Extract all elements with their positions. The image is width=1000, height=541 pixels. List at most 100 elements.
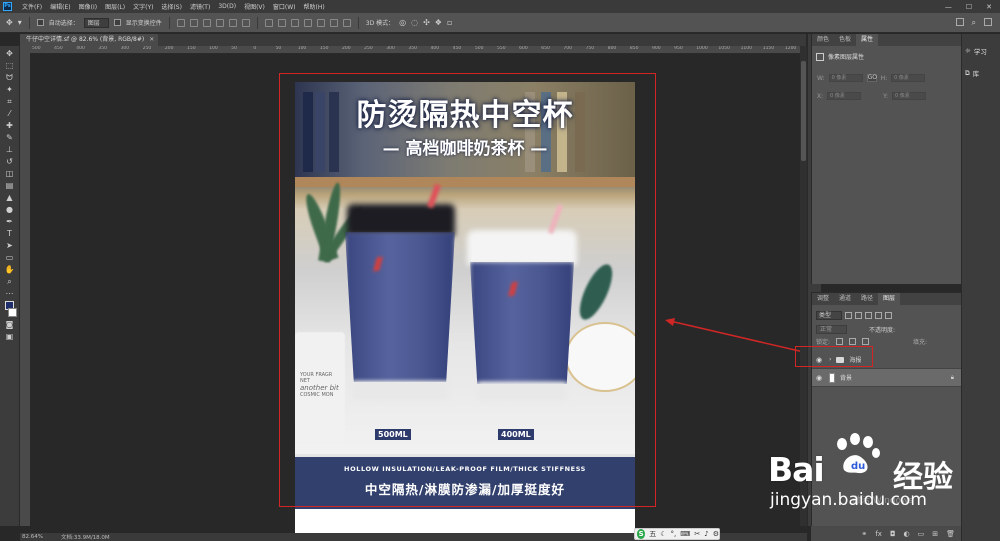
quick-mask-icon[interactable]: ◙ [5,320,15,329]
layer-filter-select[interactable]: 类型 [816,311,843,320]
link-icon[interactable]: GO [866,74,877,82]
tab-layers[interactable]: 图层 [878,293,901,305]
dodge-tool-icon[interactable]: ● [5,205,15,214]
tab-color[interactable]: 颜色 [812,34,834,46]
tab-paths[interactable]: 路径 [856,293,878,305]
menu-file[interactable]: 文件(F) [22,2,42,11]
menu-select[interactable]: 选择(S) [161,2,182,11]
zoom-tool-icon[interactable]: ⌕ [5,277,15,286]
move-tool-icon[interactable]: ✥ [5,49,15,58]
hand-tool-icon[interactable]: ✋ [5,265,15,274]
filter-pixel-icon[interactable] [845,312,853,319]
document-info[interactable]: 文档:33.9M/18.0M [61,533,110,541]
maximize-button[interactable]: ☐ [966,3,972,11]
distribute-left-icon[interactable] [303,18,312,27]
stamp-tool-icon[interactable]: ⊥ [5,145,15,154]
filter-smart-icon[interactable] [885,312,893,319]
link-layers-icon[interactable]: ⚭ [861,530,867,538]
delete-layer-icon[interactable]: 🗑︎ [946,530,955,538]
new-group-icon[interactable]: ▭ [918,530,925,538]
chevron-down-icon[interactable]: ▾ [18,18,22,27]
distribute-hcenter-icon[interactable] [316,18,325,27]
share-icon[interactable] [984,17,992,26]
distribute-vcenter-icon[interactable] [277,18,286,27]
healing-brush-icon[interactable]: ✚ [5,121,15,130]
keyboard-icon[interactable]: ⌨ [680,530,690,538]
close-tab-icon[interactable]: ✕ [149,34,154,46]
tab-channels[interactable]: 通道 [834,293,856,305]
close-button[interactable]: ✕ [986,3,992,11]
eyedropper-icon[interactable]: ⁄ [5,109,15,118]
path-select-icon[interactable]: ➤ [5,241,15,250]
magic-wand-icon[interactable]: ✦ [5,85,15,94]
align-hcenter-icon[interactable] [228,18,237,27]
zoom-level[interactable]: 82.64% [22,534,43,540]
crop-tool-icon[interactable]: ⌗ [5,97,15,106]
tab-properties[interactable]: 属性 [856,34,879,46]
menu-help[interactable]: 帮助(H) [304,2,325,11]
tab-adjustments[interactable]: 调整 [812,293,834,305]
align-top-icon[interactable] [176,18,185,27]
new-layer-icon[interactable]: ⊞ [932,530,938,538]
align-vcenter-icon[interactable] [189,18,198,27]
eye-icon[interactable]: ◉ [816,374,824,382]
move-tool-icon[interactable]: ✥ [6,18,13,27]
input-method-bar[interactable]: S 五 ☾ °, ⌨ ✂ ♪ ⚙ [634,528,720,540]
distribute-bottom-icon[interactable] [290,18,299,27]
show-transform-checkbox[interactable] [113,19,121,26]
filter-type-icon[interactable] [865,312,873,319]
library-item[interactable]: ⧉ 库 [965,68,979,79]
height-field[interactable]: 0 像素 [891,74,926,82]
marquee-tool-icon[interactable]: ⬚ [5,61,15,70]
gradient-tool-icon[interactable]: ▤ [5,181,15,190]
align-right-icon[interactable] [241,18,250,27]
eraser-tool-icon[interactable]: ◫ [5,169,15,178]
adjustment-layer-icon[interactable]: ◐ [904,530,910,538]
align-left-icon[interactable] [215,18,224,27]
auto-align-icon[interactable] [342,18,351,27]
pen-tool-icon[interactable]: ✒ [5,217,15,226]
more-tools-icon[interactable]: ⋯ [5,289,15,298]
menu-edit[interactable]: 编辑(E) [50,2,70,11]
filter-shape-icon[interactable] [875,312,883,319]
lasso-tool-icon[interactable]: ᗢ [5,73,15,82]
3d-roll-icon[interactable]: ◌ [411,18,418,27]
align-bottom-icon[interactable] [202,18,211,27]
y-field[interactable]: 0 像素 [892,92,927,100]
document-tab[interactable]: 牛仔中空详情.sf @ 82.6% (背景, RGB/8#) ✕ [20,34,159,46]
menu-image[interactable]: 图像(I) [79,2,97,11]
distribute-top-icon[interactable] [264,18,273,27]
x-field[interactable]: 0 像素 [827,92,862,100]
tools-icon[interactable]: ⚙ [713,530,719,538]
3d-scale-icon[interactable]: ▫ [447,18,452,27]
layer-name[interactable]: 背景 [840,373,852,382]
distribute-right-icon[interactable] [329,18,338,27]
layer-row-background[interactable]: ◉ 背景 🔒︎ [812,369,962,387]
menu-3d[interactable]: 3D(D) [218,3,236,10]
width-field[interactable]: 0 像素 [828,74,863,82]
punct-icon[interactable]: °, [671,530,677,538]
screen-mode-icon[interactable]: ▣ [5,332,15,341]
mic-icon[interactable]: ♪ [704,530,708,538]
shape-tool-icon[interactable]: ▭ [5,253,15,262]
learn-item[interactable]: ☼ 学习 [965,46,987,56]
search-icon[interactable]: ⌕ [972,18,976,28]
type-tool-icon[interactable]: T [5,229,15,238]
3d-pan-icon[interactable]: ✣ [423,18,430,27]
auto-select-checkbox[interactable] [36,19,44,26]
lock-pixels-icon[interactable] [836,338,844,345]
scrollbar-thumb[interactable] [801,61,806,161]
brush-tool-icon[interactable]: ✎ [5,133,15,142]
workspace-icon[interactable] [955,17,964,26]
blur-tool-icon[interactable]: ▲ [5,193,15,202]
menu-view[interactable]: 视图(V) [244,2,265,11]
menu-filter[interactable]: 滤镜(T) [190,2,210,11]
menu-type[interactable]: 文字(Y) [133,2,153,11]
mask-icon[interactable]: ◘ [890,530,896,538]
3d-slide-icon[interactable]: ❖ [435,18,442,27]
3d-rotate-icon[interactable]: ◎ [399,18,406,27]
lock-all-icon[interactable] [862,338,870,345]
ime-mode-label[interactable]: 五 [649,529,656,539]
menu-layer[interactable]: 图层(L) [105,2,125,11]
tab-swatches[interactable]: 色板 [834,34,856,46]
